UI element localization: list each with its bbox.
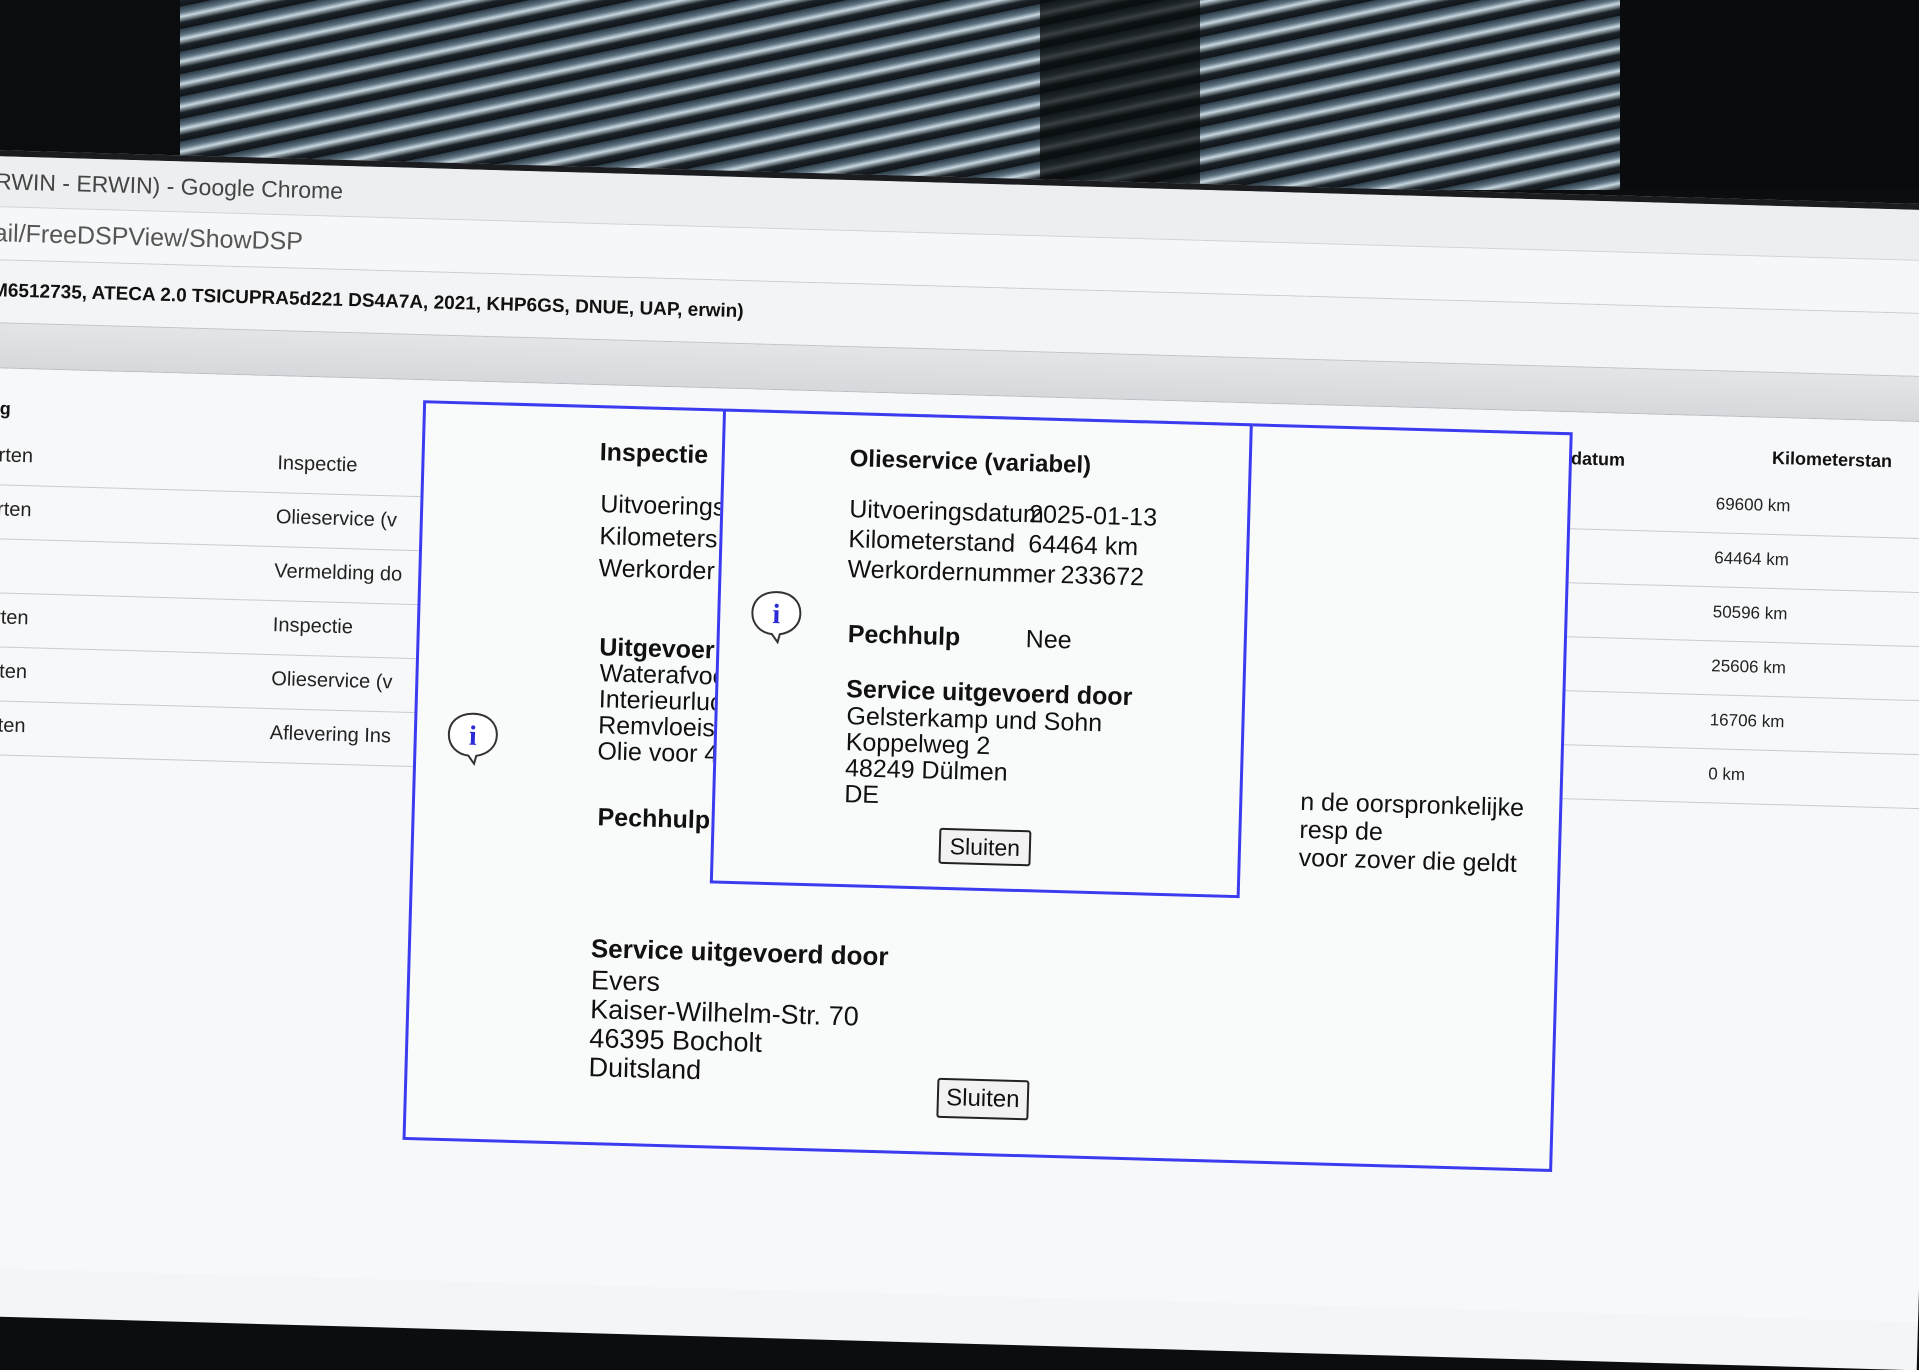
info-icon: i (447, 712, 498, 767)
inspection-side-text: n de oorspronkelijke resp de voor zover … (1298, 788, 1524, 878)
row-km-cell: 16706 km (1709, 710, 1785, 732)
monitor-screen: RWIN - ERWIN) - Google Chrome ail/FreeDS… (0, 150, 1919, 1370)
field-label: Kilometers (599, 522, 718, 554)
row-km-cell: 69600 km (1715, 494, 1791, 516)
background-dark-area (1620, 0, 1919, 190)
row-left-cell: urten (0, 713, 26, 738)
table-header-km: Kilometerstan (1771, 447, 1893, 472)
field-label: Werkorder (598, 554, 716, 586)
service-address: Evers Kaiser-Wilhelm-Str. 70 46395 Bocho… (588, 965, 860, 1089)
order-label: Werkordernummer (847, 555, 1056, 589)
pechhulp-label: Pechhulp (597, 803, 711, 835)
performed-item: Olie voor 4 (597, 737, 719, 769)
oil-service-title: Olieservice (variabel) (849, 445, 1092, 479)
side-text-line: voor zover die geldt (1298, 843, 1518, 878)
table-header-left: ng (0, 398, 12, 419)
service-history-content: ng eringsdatum Kilometerstan urten Inspe… (0, 367, 1919, 1323)
km-label: Kilometerstand (848, 525, 1016, 558)
row-type-cell: Inspectie (277, 452, 358, 477)
row-type-cell: Aflevering Ins (269, 722, 392, 748)
svg-text:i: i (772, 599, 781, 630)
service-address: Gelsterkamp und Sohn Koppelweg 2 48249 D… (844, 702, 1103, 814)
row-left-cell: urten (0, 498, 32, 522)
info-icon: i (751, 591, 802, 645)
inspection-title: Inspectie (599, 438, 709, 470)
row-type-cell: Vermelding do (274, 560, 403, 586)
date-value: 2025-01-13 (1028, 500, 1158, 532)
row-km-cell: 50596 km (1712, 602, 1788, 624)
background-dark-area (1040, 0, 1200, 190)
row-left-cell: urten (0, 444, 34, 468)
pechhulp-value: Nee (1025, 625, 1072, 655)
performed-items: Waterafvoe Interieurluc Remvloeis Olie v… (597, 659, 727, 769)
row-type-cell: Olieservice (v (271, 668, 393, 694)
row-km-cell: 0 km (1707, 764, 1746, 785)
oil-service-close-button[interactable]: Sluiten (938, 827, 1032, 867)
inspection-field-labels: Uitvoerings Kilometers Werkorder (598, 488, 726, 587)
row-left-cell: urten (0, 659, 28, 684)
address-url: ail/FreeDSPView/ShowDSP (0, 219, 304, 256)
field-label: Uitvoerings (599, 490, 726, 522)
row-left-cell: urten (0, 605, 29, 630)
date-label: Uitvoeringsdatum (848, 495, 1045, 529)
pechhulp-label: Pechhulp (847, 620, 961, 652)
order-value: 233672 (1060, 561, 1145, 592)
row-km-cell: 64464 km (1714, 548, 1790, 570)
vehicle-info: M6512735, ATECA 2.0 TSICUPRA5d221 DS4A7A… (0, 280, 744, 323)
svg-text:i: i (468, 721, 477, 752)
km-value: 64464 km (1028, 530, 1139, 562)
inspection-close-button[interactable]: Sluiten (936, 1077, 1030, 1121)
service-address-line: Duitsland (588, 1052, 702, 1086)
oil-service-dialog: i Olieservice (variabel) Uitvoeringsdatu… (709, 408, 1253, 899)
row-km-cell: 25606 km (1711, 656, 1787, 678)
row-type-cell: Inspectie (272, 614, 354, 639)
row-type-cell: Olieservice (v (275, 506, 398, 532)
window-title: RWIN - ERWIN) - Google Chrome (0, 168, 344, 204)
